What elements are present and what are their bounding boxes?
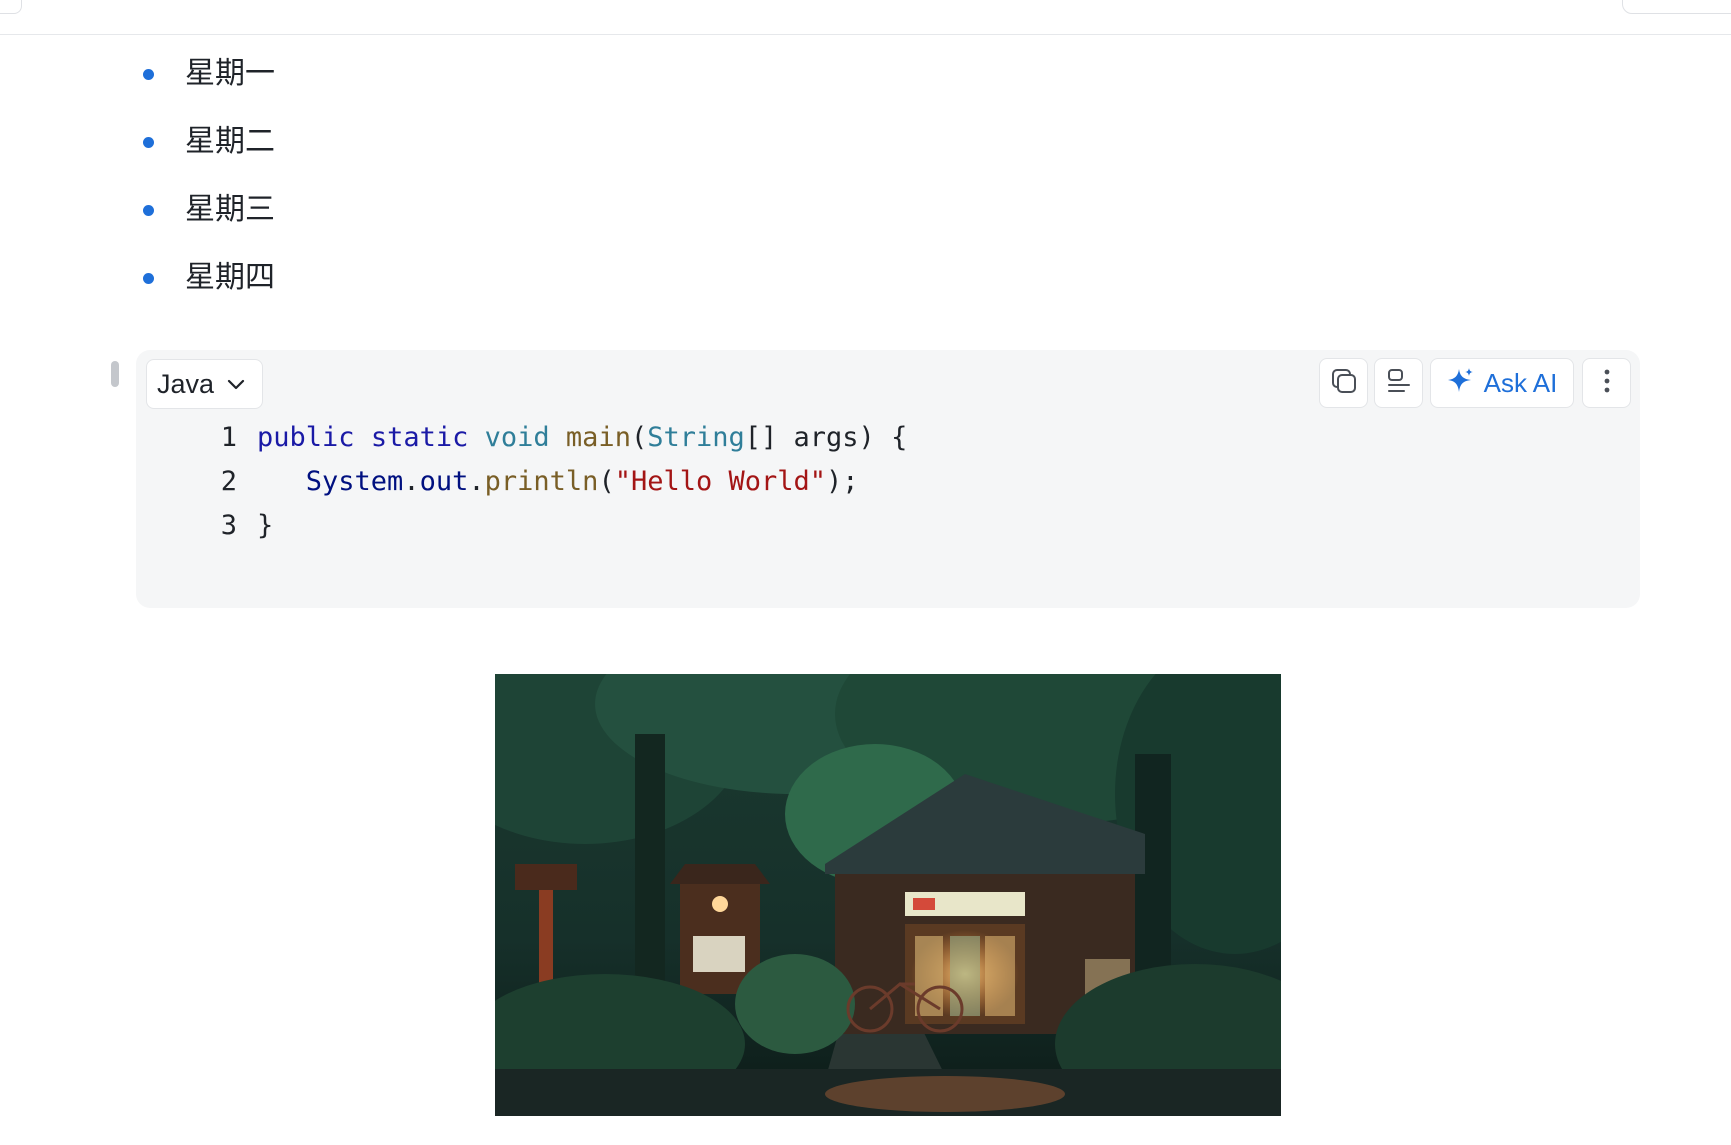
code-token: out: [419, 466, 469, 497]
code-line[interactable]: 2 System. out. println("Hello World");: [136, 460, 907, 504]
block-drag-handle[interactable]: [111, 361, 119, 387]
format-button[interactable]: [1374, 358, 1423, 408]
code-block[interactable]: Java Ask AI 1 public static void main (…: [136, 350, 1640, 608]
align-left-icon: [1384, 366, 1414, 400]
language-label: Java: [157, 368, 215, 399]
line-number: 2: [220, 466, 237, 497]
list-item: 星期三: [140, 184, 275, 252]
ask-ai-label: Ask AI: [1483, 367, 1558, 398]
chevron-down-icon: [224, 372, 248, 396]
more-options-button[interactable]: [1582, 358, 1631, 408]
code-token: String: [647, 422, 745, 453]
code-token: println: [484, 466, 599, 497]
copy-icon: [1329, 366, 1359, 400]
code-token: .: [468, 466, 485, 497]
toolbar-left-control[interactable]: [0, 0, 22, 14]
list-item: 星期四: [140, 252, 275, 320]
sparkle-icon: [1447, 366, 1475, 401]
code-token: void: [484, 422, 550, 453]
list-item: 星期二: [140, 116, 275, 184]
more-vertical-icon: [1602, 366, 1612, 400]
code-token: (: [630, 422, 648, 453]
code-token: [] args) {: [744, 422, 908, 453]
code-line[interactable]: 3}: [136, 504, 907, 548]
bullet-list: 星期一 星期二 星期三 星期四: [140, 48, 275, 320]
code-token: main: [565, 422, 631, 453]
ask-ai-button[interactable]: Ask AI: [1430, 358, 1574, 408]
top-toolbar: [0, 0, 1731, 35]
code-line[interactable]: 1 public static void main(String[] args) …: [136, 416, 908, 460]
language-select[interactable]: Java: [146, 359, 264, 409]
line-number: 1: [220, 422, 237, 453]
code-token: public: [257, 422, 355, 453]
code-token: "Hello World": [614, 466, 827, 497]
list-item: 星期一: [140, 48, 275, 116]
line-number: 3: [220, 510, 237, 541]
code-token: static: [370, 422, 469, 453]
code-token: }: [257, 510, 274, 541]
rainy-shop-illustration: [495, 674, 1281, 1116]
toolbar-right-control[interactable]: [1622, 0, 1731, 14]
code-editor[interactable]: 1 public static void main(String[] args) …: [136, 416, 908, 548]
code-token: (: [598, 466, 615, 497]
copy-button[interactable]: [1319, 358, 1368, 408]
code-token: .: [403, 466, 420, 497]
code-token: System: [305, 466, 404, 497]
code-token: );: [826, 466, 859, 497]
